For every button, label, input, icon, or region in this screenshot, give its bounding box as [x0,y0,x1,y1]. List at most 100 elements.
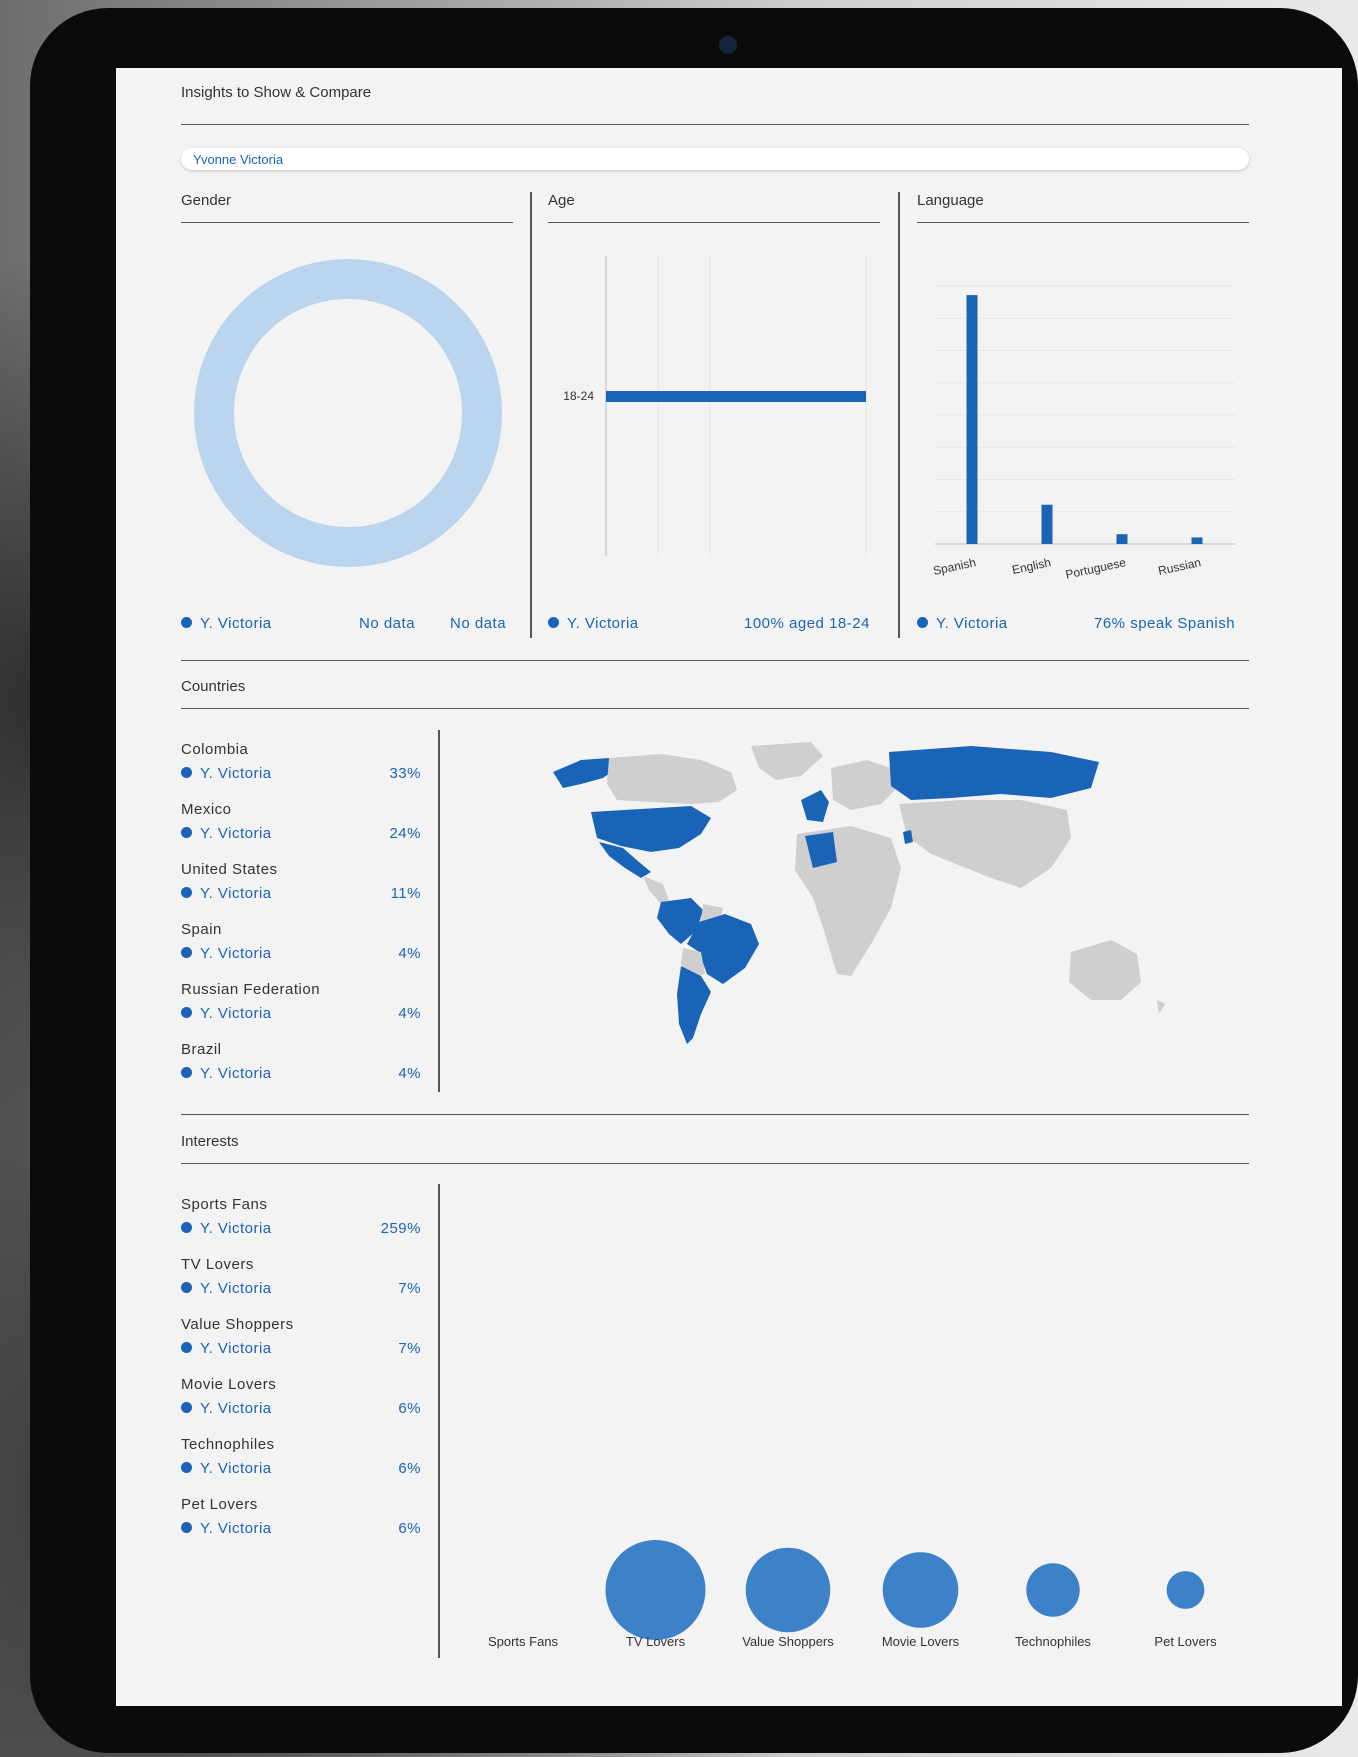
world-map [553,742,1165,1044]
series-dot [181,1281,192,1293]
series-legend: Y. Victoria [181,885,272,902]
map-region-russia [889,746,1099,800]
language-bar [966,295,978,544]
map-region-greenland [751,742,823,780]
interests-name: Movie Lovers [181,1376,277,1393]
language-bar-chart: Spanish English Portuguese Russian [932,285,1235,582]
series-legend: Y. Victoria [181,1220,272,1237]
interests-item: Sports Fans Y. Victoria 259% [181,1196,421,1256]
gender-donut-ring [194,259,502,567]
countries-name: Russian Federation [181,981,321,998]
language-summary: 76% speak Spanish [1094,615,1236,632]
interests-percent: 6% [398,1520,421,1537]
series-legend: Y. Victoria [181,1005,272,1022]
profile-selector-value: Yvonne Victoria [193,152,284,167]
insights-panel: Insights to Show & Compare Yvonne Victor… [181,68,1251,1706]
countries-item: Brazil Y. Victoria 4% [181,1041,421,1101]
map-region-argentina [677,966,711,1044]
countries-percent: 4% [398,1005,421,1022]
interests-item: Movie Lovers Y. Victoria 6% [181,1376,421,1436]
divider [181,124,1249,125]
series-legend: Y. Victoria [181,945,272,962]
countries-name: Spain [181,921,222,938]
interests-item: Pet Lovers Y. Victoria 6% [181,1496,421,1556]
interest-bubble [745,1547,831,1633]
column-divider [530,192,532,638]
countries-title: Countries [181,678,246,695]
countries-item: United States Y. Victoria 11% [181,861,421,921]
gender-title: Gender [181,192,232,209]
series-legend: Y. Victoria [181,1460,272,1477]
language-bar [1041,504,1053,544]
interests-name: Pet Lovers [181,1496,258,1513]
age-legend: Y. Victoria [548,615,639,632]
language-bar [1116,534,1128,544]
column-divider [438,730,440,1092]
countries-list: Colombia Y. Victoria 33% Mexico Y. Victoria 2… [181,741,421,1101]
language-bar [1191,537,1203,544]
interests-title: Interests [181,1133,239,1150]
screen: Insights to Show & Compare Yvonne Victor… [116,68,1342,1706]
interest-bubble [1026,1563,1080,1617]
interest-label: Pet Lovers [1154,1634,1217,1649]
interest-bubble [882,1552,959,1628]
interests-percent: 7% [398,1280,421,1297]
divider [181,1114,1249,1115]
divider [548,222,880,223]
age-bar [606,391,866,402]
series-legend: Y. Victoria [181,1400,272,1417]
gender-value-1: No data [359,615,416,632]
series-dot [917,616,928,628]
divider [181,708,1249,709]
page-title: Insights to Show & Compare [181,84,372,101]
series-dot [181,616,192,628]
map-region-new-zealand [1157,1000,1165,1014]
profile-selector[interactable]: Yvonne Victoria [181,148,1249,170]
interests-item: Value Shoppers Y. Victoria 7% [181,1316,421,1376]
countries-item: Russian Federation Y. Victoria 4% [181,981,421,1041]
divider [181,222,513,223]
series-legend: Y. Victoria [181,1280,272,1297]
tablet-frame: Insights to Show & Compare Yvonne Victor… [30,8,1358,1753]
interests-name: Sports Fans [181,1196,268,1213]
language-tick-label: Portuguese [1064,555,1127,582]
age-title: Age [548,192,575,209]
interests-item: Technophiles Y. Victoria 6% [181,1436,421,1496]
series-dot [181,766,192,778]
interests-percent: 6% [398,1460,421,1477]
countries-name: Mexico [181,801,232,818]
map-region-spain-france [801,790,829,822]
gender-donut-chart [194,259,502,567]
map-region-australia [1069,940,1141,1000]
series-legend: Y. Victoria [181,825,272,842]
column-divider [438,1184,440,1658]
language-tick-label: Russian [1157,555,1202,578]
countries-name: Colombia [181,741,249,758]
interest-bubble [1166,1571,1205,1609]
countries-item: Mexico Y. Victoria 24% [181,801,421,861]
series-dot [181,886,192,898]
divider [181,1163,1249,1164]
series-legend: Y. Victoria [181,1340,272,1357]
series-dot [181,1401,192,1413]
interests-percent: 259% [380,1220,421,1237]
interest-bubble [605,1540,706,1640]
countries-name: United States [181,861,278,878]
map-region-central-america [643,876,669,904]
interests-name: Technophiles [181,1436,275,1453]
series-dot [548,616,559,628]
divider [181,660,1249,661]
age-summary: 100% aged 18-24 [744,615,870,632]
interests-percent: 7% [398,1340,421,1357]
map-region-canada [607,754,737,804]
interests-bubble-chart: Sports Fans TV Lovers Value Shoppers Movie … [488,1540,1217,1649]
interests-name: Value Shoppers [181,1316,294,1333]
language-legend: Y. Victoria [917,615,1008,632]
series-dot [181,1341,192,1353]
interest-label: Technophiles [1015,1634,1091,1649]
language-title: Language [917,192,984,209]
interest-label: Value Shoppers [742,1634,834,1649]
series-dot [181,1066,192,1078]
divider [917,222,1249,223]
age-bar-chart: 18-24 [563,256,867,556]
